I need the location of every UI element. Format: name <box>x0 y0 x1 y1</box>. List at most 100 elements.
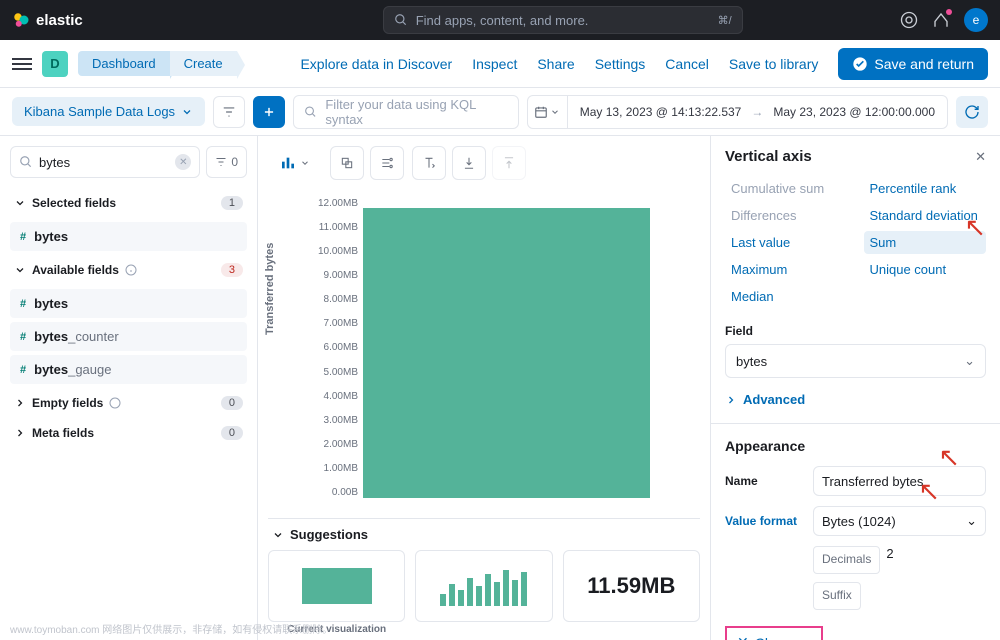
plot-area <box>363 198 690 498</box>
user-avatar[interactable]: e <box>964 8 988 32</box>
fields-sidebar: bytes ✕ 0 Selected fields 1 #bytes Avail… <box>0 136 258 640</box>
newsfeed-icon[interactable] <box>932 11 950 29</box>
fn-last-value[interactable]: Last value <box>725 231 848 254</box>
fn-median[interactable]: Median <box>725 285 848 308</box>
refresh-button[interactable] <box>956 96 988 128</box>
suffix-input[interactable] <box>867 582 986 610</box>
suggestion-bars[interactable] <box>415 550 552 622</box>
time-picker[interactable]: May 13, 2023 @ 14:13:22.537 → May 23, 20… <box>527 95 948 129</box>
fn-maximum[interactable]: Maximum <box>725 258 848 281</box>
info-icon <box>125 264 137 276</box>
filter-icon-button[interactable] <box>213 96 245 128</box>
text-tool[interactable] <box>412 146 446 180</box>
field-search-value: bytes <box>39 155 70 170</box>
app-badge[interactable]: D <box>42 51 68 77</box>
available-fields-count: 3 <box>221 263 243 277</box>
explore-link[interactable]: Explore data in Discover <box>300 56 452 72</box>
suggestion-current[interactable]: Current visualization <box>268 550 405 622</box>
save-and-return-label: Save and return <box>874 56 974 72</box>
suggestions-header[interactable]: Suggestions <box>268 527 700 542</box>
available-fields-header[interactable]: Available fields 3 <box>10 255 247 285</box>
panel-title: Vertical axis <box>725 148 812 165</box>
share-link[interactable]: Share <box>537 56 574 72</box>
chevron-down-icon <box>181 106 193 118</box>
y-axis-title: Transferred bytes <box>264 243 276 335</box>
kql-input[interactable]: Filter your data using KQL syntax <box>293 95 519 129</box>
appearance-header: Appearance <box>725 438 986 454</box>
help-icon[interactable] <box>900 11 918 29</box>
field-item-bytes[interactable]: #bytes <box>10 289 247 318</box>
value-format-select[interactable]: Bytes (1024)⌄ <box>813 506 986 536</box>
inspect-link[interactable]: Inspect <box>472 56 517 72</box>
empty-fields-label: Empty fields <box>32 396 103 410</box>
fn-differences[interactable]: Differences <box>725 204 848 227</box>
config-panel: Vertical axis ✕ Cumulative sum Percentil… <box>710 136 1000 640</box>
search-icon <box>304 105 317 119</box>
close-panel-icon[interactable]: ✕ <box>975 149 986 165</box>
chevron-down-icon <box>550 107 560 117</box>
fn-unique-count[interactable]: Unique count <box>864 258 987 281</box>
chevron-right-icon <box>14 427 26 439</box>
data-view-picker[interactable]: Kibana Sample Data Logs <box>12 97 205 126</box>
breadcrumb: Dashboard Create <box>78 51 237 76</box>
meta-fields-header[interactable]: Meta fields 0 <box>10 418 247 448</box>
decimals-input[interactable]: 2 <box>886 546 986 574</box>
settings-button[interactable] <box>370 146 404 180</box>
fn-sum[interactable]: Sum <box>864 231 987 254</box>
global-header: elastic Find apps, content, and more. ⌘/… <box>0 0 1000 40</box>
meta-fields-label: Meta fields <box>32 426 94 440</box>
main-area: bytes ✕ 0 Selected fields 1 #bytes Avail… <box>0 136 1000 640</box>
settings-link[interactable]: Settings <box>595 56 646 72</box>
advanced-toggle[interactable]: Advanced <box>725 392 986 407</box>
fn-cumulative-sum[interactable]: Cumulative sum <box>725 177 848 200</box>
global-search[interactable]: Find apps, content, and more. ⌘/ <box>383 6 743 34</box>
arrow-right-icon: → <box>751 105 763 119</box>
check-circle-icon <box>852 56 868 72</box>
chevron-down-icon <box>272 529 284 541</box>
search-kbd-hint: ⌘/ <box>718 14 732 27</box>
field-select[interactable]: bytes⌄ <box>725 344 986 378</box>
field-search-input[interactable]: bytes ✕ <box>10 146 200 178</box>
cancel-link[interactable]: Cancel <box>665 56 709 72</box>
field-filter-button[interactable]: 0 <box>206 146 247 178</box>
data-view-label: Kibana Sample Data Logs <box>24 104 175 119</box>
nav-toggle-icon[interactable] <box>12 58 32 70</box>
field-item-bytes-gauge[interactable]: #bytes_gauge <box>10 355 247 384</box>
field-name: bytes <box>34 296 68 311</box>
suggestion-metric[interactable]: 11.59MB <box>563 550 700 622</box>
field-name: bytes <box>34 229 68 244</box>
fn-standard-deviation[interactable]: Standard deviation <box>864 204 987 227</box>
chevron-right-icon <box>14 397 26 409</box>
filter-bar: Kibana Sample Data Logs Filter your data… <box>0 88 1000 136</box>
search-icon <box>19 155 33 169</box>
field-item-bytes-counter[interactable]: #bytes_counter <box>10 322 247 351</box>
breadcrumb-dashboard[interactable]: Dashboard <box>78 51 170 76</box>
clear-icon[interactable]: ✕ <box>175 154 191 170</box>
value-format-label: Value format <box>725 514 803 528</box>
empty-fields-header[interactable]: Empty fields 0 <box>10 388 247 418</box>
available-fields-label: Available fields <box>32 263 119 277</box>
name-input[interactable]: Transferred bytes <box>813 466 986 496</box>
suggestions-section: Suggestions Current visualization 11.59M… <box>268 518 700 622</box>
brand-logo[interactable]: elastic <box>12 11 83 29</box>
fn-percentile-rank[interactable]: Percentile rank <box>864 177 987 200</box>
field-item-bytes[interactable]: #bytes <box>10 222 247 251</box>
breadcrumb-create[interactable]: Create <box>170 51 237 76</box>
time-to: May 23, 2023 @ 12:00:00.000 <box>773 105 935 119</box>
layers-button[interactable] <box>330 146 364 180</box>
chevron-down-icon <box>300 158 310 168</box>
empty-fields-count: 0 <box>221 396 243 410</box>
selected-fields-count: 1 <box>221 196 243 210</box>
save-and-return-button[interactable]: Save and return <box>838 48 988 80</box>
meta-fields-count: 0 <box>221 426 243 440</box>
selected-fields-header[interactable]: Selected fields 1 <box>10 188 247 218</box>
name-label: Name <box>725 474 803 488</box>
decimals-label: Decimals <box>813 546 880 574</box>
close-button[interactable]: ✕ Close <box>725 626 823 640</box>
download-button[interactable] <box>452 146 486 180</box>
upload-button[interactable] <box>492 146 526 180</box>
calendar-icon[interactable] <box>528 96 568 128</box>
chart-type-picker[interactable] <box>268 146 322 180</box>
save-to-library-link[interactable]: Save to library <box>729 56 818 72</box>
add-filter-button[interactable] <box>253 96 285 128</box>
